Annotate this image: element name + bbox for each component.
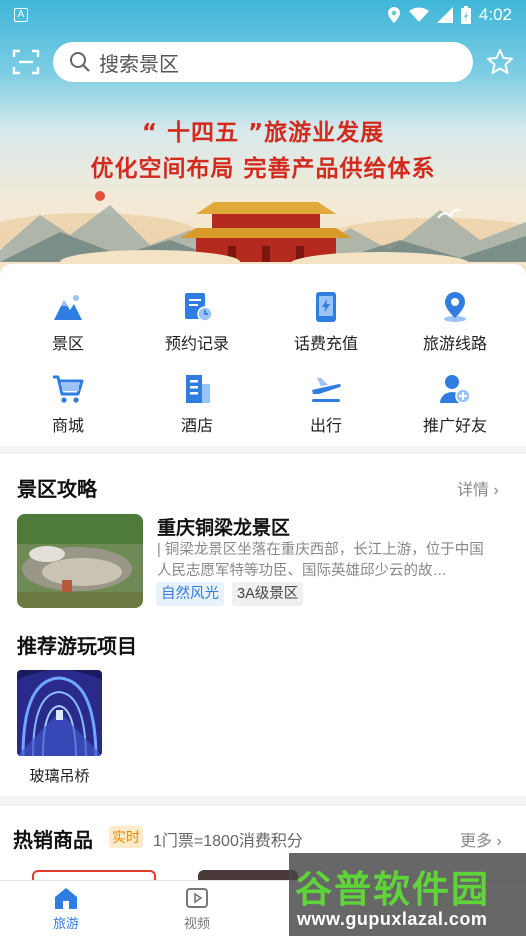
search-placeholder: 搜索景区 xyxy=(99,53,179,76)
banner-headline: “ 十四五 ”旅游业发展 xyxy=(141,120,385,146)
location-pin-icon xyxy=(444,292,466,322)
cart-icon xyxy=(53,375,84,403)
tab-video[interactable]: 视频 xyxy=(162,885,232,932)
video-icon xyxy=(186,888,208,908)
menu-item-booking-record[interactable]: 预约记录 xyxy=(147,290,247,360)
menu-item-hotel[interactable]: 酒店 xyxy=(147,372,247,442)
menu-label: 酒店 xyxy=(180,418,213,435)
quick-menu: 景区 预约记录 话费充值 旅游线路 商城 酒店 出行 推广好友 xyxy=(0,264,526,446)
project-thumbnail[interactable] xyxy=(17,670,102,756)
banner-subheadline: 优化空间布局 完善产品供给体系 xyxy=(90,156,436,182)
menu-item-invite-friends[interactable]: 推广好友 xyxy=(405,372,505,442)
section-title: 热销商品 xyxy=(13,830,93,852)
project-photo xyxy=(17,670,102,756)
star-icon[interactable] xyxy=(485,47,515,77)
search-icon xyxy=(70,52,90,72)
section-title: 推荐游玩项目 xyxy=(17,636,137,658)
top-banner[interactable]: A 4:02 搜索景区 “ 十四五 ”旅游业发展 优化空间布局 完善产品供给体系 xyxy=(0,0,526,290)
project-name[interactable]: 玻璃吊桥 xyxy=(17,765,102,786)
tab-travel[interactable]: 旅游 xyxy=(31,885,101,932)
menu-label: 商城 xyxy=(51,418,84,435)
status-bar: A 4:02 xyxy=(0,0,526,30)
search-row: 搜索景区 xyxy=(0,42,526,82)
hotel-icon xyxy=(186,375,210,403)
watermark-title: 谷普软件园 xyxy=(295,868,490,911)
menu-item-travel[interactable]: 出行 xyxy=(276,372,376,442)
tab-label: 旅游 xyxy=(52,916,79,931)
signal-icon xyxy=(436,7,453,23)
menu-label: 景区 xyxy=(51,336,84,353)
menu-label: 旅游线路 xyxy=(422,336,487,353)
menu-label: 出行 xyxy=(309,418,342,435)
booking-record-icon xyxy=(185,293,213,322)
tab-label: 视频 xyxy=(183,916,210,931)
scenic-thumbnail[interactable] xyxy=(17,514,143,608)
menu-item-travel-route[interactable]: 旅游线路 xyxy=(405,290,505,360)
menu-item-scenic[interactable]: 景区 xyxy=(18,290,118,360)
location-status-icon xyxy=(387,7,400,23)
phone-recharge-icon xyxy=(316,292,336,322)
menu-item-phone-recharge[interactable]: 话费充值 xyxy=(276,290,376,360)
menu-label: 话费充值 xyxy=(293,336,358,353)
menu-item-mall[interactable]: 商城 xyxy=(18,372,118,442)
add-friend-icon xyxy=(440,375,471,404)
search-input[interactable]: 搜索景区 xyxy=(53,42,473,82)
scenic-level-tag: 3A级景区 xyxy=(232,582,304,606)
scenic-tag: 自然风光 xyxy=(156,582,224,606)
mountain-icon xyxy=(54,295,82,320)
scenic-description: | 铜梁龙景区坐落在重庆西部，长江上游，位于中国人民志愿军特等功臣、国际英雄邱少… xyxy=(157,542,484,579)
scan-icon[interactable] xyxy=(12,48,40,76)
plane-icon xyxy=(312,378,341,402)
menu-label: 推广好友 xyxy=(422,418,487,435)
realtime-badge: 实时 xyxy=(109,826,143,848)
points-info: 1门票=1800消费积分 xyxy=(153,833,303,850)
notification-icon: A xyxy=(14,8,28,22)
wifi-icon xyxy=(408,7,429,22)
watermark-url: www.gupuxlazal.com xyxy=(297,909,488,929)
menu-label: 预约记录 xyxy=(164,336,229,353)
home-icon xyxy=(55,888,77,909)
battery-icon xyxy=(460,6,471,24)
details-link[interactable]: 详情 › xyxy=(457,476,499,500)
scenic-photo xyxy=(17,514,143,608)
section-title: 景区攻略 xyxy=(17,479,97,501)
scenic-name[interactable]: 重庆铜梁龙景区 xyxy=(157,513,290,540)
status-time: 4:02 xyxy=(478,5,512,24)
more-link[interactable]: 更多 › xyxy=(460,827,502,851)
scenic-guide-section: 景区攻略 详情 › 重庆铜梁龙景区 | 铜梁龙景区坐落在重庆西部，长江上游，位于… xyxy=(0,454,526,796)
watermark: 谷普软件园 www.gupuxlazal.com xyxy=(289,853,526,936)
